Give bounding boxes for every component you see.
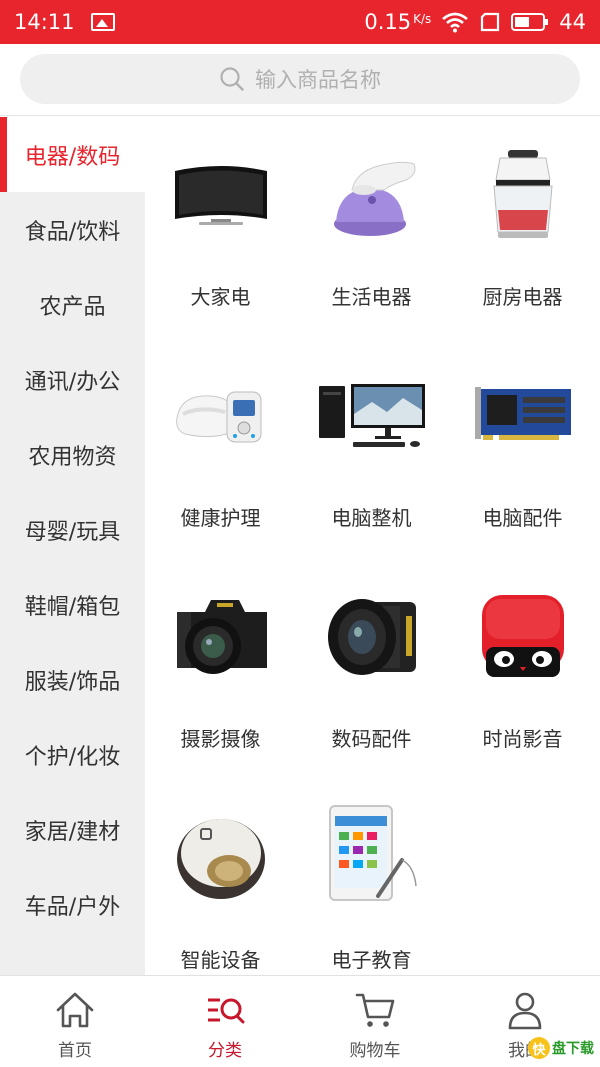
status-right: 0.15 K/s 44 (364, 10, 586, 34)
watermark-badge: 快 (528, 1037, 550, 1059)
subcategory-label: 大家电 (190, 285, 251, 309)
subcategory-item[interactable]: 智能设备 (145, 802, 296, 975)
subcategory-label: 生活电器 (331, 285, 412, 309)
subcategory-item[interactable]: 生活电器 (296, 139, 447, 360)
sidebar-item-label: 鞋帽/箱包 (24, 594, 121, 620)
sidebar-item-label: 母婴/玩具 (24, 519, 121, 545)
status-time: 14:11 (14, 10, 75, 34)
subcategory-grid: 大家电 生活电器 厨房电器 健康护理 电脑整机 电脑配件 摄影摄像 数码配件 时… (145, 117, 600, 975)
sidebar-item-label: 电器/数码 (24, 144, 121, 170)
subcategory-item[interactable]: 厨房电器 (447, 139, 598, 360)
sidebar-item-office[interactable]: 通讯/办公 (0, 342, 145, 417)
bottom-tab-bar: 首页 分类 购物车 我的 (0, 975, 600, 1067)
subcategory-item[interactable]: 时尚影音 (447, 581, 598, 802)
graphics-card-icon (468, 360, 578, 470)
subcategory-item[interactable]: 电子教育 (296, 802, 447, 975)
subcategory-item[interactable]: 摄影摄像 (145, 581, 296, 802)
neck-massager-icon (166, 360, 276, 470)
subcategory-label: 电脑配件 (482, 506, 563, 530)
status-bar: 14:11 0.15 K/s 44 (0, 0, 600, 44)
sidebar-item-electronics[interactable]: 电器/数码 (0, 117, 145, 192)
subcategory-item[interactable]: 数码配件 (296, 581, 447, 802)
sidebar-item-label: 食品/饮料 (24, 219, 121, 245)
dslr-camera-icon (166, 581, 276, 691)
search-placeholder: 输入商品名称 (255, 68, 381, 92)
robot-vacuum-icon (166, 802, 276, 912)
subcategory-panel: 大家电 生活电器 厨房电器 健康护理 电脑整机 电脑配件 摄影摄像 数码配件 时… (145, 117, 600, 975)
watermark-text: 盘下载 (552, 1041, 594, 1057)
sidebar-item-farm-supplies[interactable]: 农用物资 (0, 417, 145, 492)
tab-category[interactable]: 分类 (150, 976, 300, 1067)
sidebar-item-outdoor[interactable]: 车品/户外 (0, 867, 145, 942)
subcategory-label: 厨房电器 (482, 285, 563, 309)
subcategory-item[interactable]: 大家电 (145, 139, 296, 360)
subcategory-label: 电脑整机 (331, 506, 412, 530)
subcategory-label: 健康护理 (180, 506, 261, 530)
sidebar-item-label: 农用物资 (28, 444, 117, 470)
speaker-icon (468, 581, 578, 691)
sidebar-item-label: 个护/化妆 (24, 744, 121, 770)
sidebar-item-clothing[interactable]: 服装/饰品 (0, 642, 145, 717)
app-screen: 14:11 0.15 K/s 44 输入商品名称 电器/数码 食品/饮料 农产品… (0, 0, 600, 1067)
category-sidebar: 电器/数码 食品/饮料 农产品 通讯/办公 农用物资 母婴/玩具 鞋帽/箱包 服… (0, 117, 145, 975)
user-icon (508, 992, 542, 1030)
cart-icon (355, 993, 395, 1027)
search-icon (220, 67, 244, 91)
tab-category-label: 分类 (208, 1041, 242, 1061)
tab-home[interactable]: 首页 (0, 976, 150, 1067)
subcategory-label: 数码配件 (331, 727, 412, 751)
sidebar-item-baby-toys[interactable]: 母婴/玩具 (0, 492, 145, 567)
desktop-computer-icon (317, 360, 427, 470)
learning-tablet-icon (317, 802, 427, 912)
sidebar-item-shoes-bags[interactable]: 鞋帽/箱包 (0, 567, 145, 642)
wifi-icon (442, 12, 469, 33)
subcategory-label: 智能设备 (180, 948, 261, 972)
sidebar-item-food[interactable]: 食品/饮料 (0, 192, 145, 267)
home-icon (56, 992, 94, 1028)
battery-icon (511, 13, 549, 31)
search-bar: 输入商品名称 (0, 44, 600, 116)
battery-level: 44 (559, 10, 586, 34)
camera-lens-icon (317, 581, 427, 691)
tab-cart[interactable]: 购物车 (300, 976, 450, 1067)
sidebar-item-farm-products[interactable]: 农产品 (0, 267, 145, 342)
subcategory-label: 摄影摄像 (180, 727, 261, 751)
subcategory-item[interactable]: 健康护理 (145, 360, 296, 581)
sidebar-item-label: 农产品 (39, 294, 106, 320)
sidebar-item-home[interactable]: 家居/建材 (0, 792, 145, 867)
sidebar-item-label: 通讯/办公 (24, 369, 121, 395)
tv-icon (166, 139, 276, 249)
sidebar-item-cosmetics[interactable]: 个护/化妆 (0, 717, 145, 792)
category-icon (208, 998, 245, 1024)
subcategory-item[interactable]: 电脑整机 (296, 360, 447, 581)
sidebar-item-label: 家居/建材 (24, 819, 121, 845)
image-notification-icon (90, 13, 115, 31)
tab-cart-label: 购物车 (349, 1041, 401, 1061)
food-chopper-icon (468, 139, 578, 249)
sidebar-item-label: 服装/饰品 (24, 669, 121, 695)
sidebar-item-label: 车品/户外 (24, 894, 121, 920)
search-input[interactable]: 输入商品名称 (20, 54, 580, 104)
subcategory-label: 时尚影音 (482, 727, 563, 751)
subcategory-item[interactable]: 电脑配件 (447, 360, 598, 581)
subcategory-label: 电子教育 (331, 948, 412, 972)
tab-home-label: 首页 (58, 1041, 92, 1061)
network-speed: 0.15 (364, 10, 412, 34)
lint-remover-icon (317, 139, 427, 249)
watermark-logo: 快 盘下载 (528, 1037, 594, 1059)
sim-card-icon (481, 12, 500, 32)
network-speed-unit: K/s (413, 12, 432, 26)
